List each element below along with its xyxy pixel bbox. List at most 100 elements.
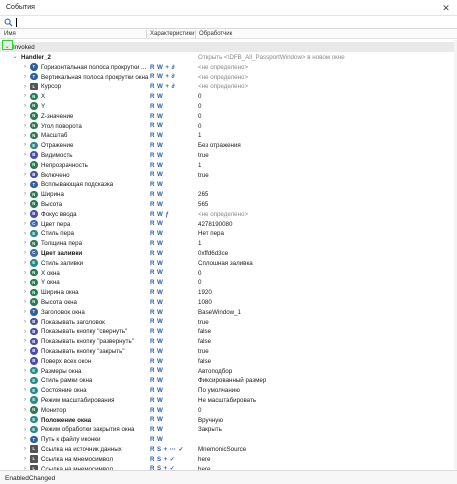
- property-handler-value[interactable]: 1: [198, 132, 201, 139]
- column-characteristics[interactable]: Характеристики: [150, 31, 195, 37]
- chevron-right-icon[interactable]: ›: [22, 113, 28, 119]
- chevron-right-icon[interactable]: ›: [22, 299, 28, 305]
- chevron-right-icon[interactable]: ›: [22, 201, 28, 207]
- property-handler-value[interactable]: Сплошная заливка: [198, 260, 253, 267]
- chevron-right-icon[interactable]: ›: [22, 182, 28, 188]
- chevron-right-icon[interactable]: ›: [22, 270, 28, 276]
- search-input[interactable]: [15, 17, 445, 28]
- tree-row[interactable]: › N Монитор R W 0: [0, 405, 457, 415]
- chevron-right-icon[interactable]: ›: [22, 309, 28, 315]
- property-handler-value[interactable]: MnemonicSource: [198, 446, 246, 453]
- tree-row[interactable]: › C Цвет заливки R W 0xffd6d3ce: [0, 248, 457, 258]
- tree-row[interactable]: › N Толщина пера R W 1: [0, 238, 457, 248]
- property-handler-value[interactable]: here: [198, 456, 210, 463]
- chevron-right-icon[interactable]: ›: [22, 142, 28, 148]
- chevron-right-icon[interactable]: ›: [22, 289, 28, 295]
- property-handler-value[interactable]: 1080: [198, 299, 212, 306]
- column-handler[interactable]: Обработчик: [199, 31, 232, 37]
- property-handler-value[interactable]: false: [198, 328, 211, 335]
- property-handler-value[interactable]: Без отражения: [198, 142, 241, 149]
- property-handler-value[interactable]: 1: [198, 162, 201, 169]
- tree-row[interactable]: › T Вертикальная полоса прокрутки окна R W …: [0, 72, 457, 82]
- tree-row[interactable]: › L Ссылка на мнемосимвол R S + ✓ here: [0, 454, 457, 464]
- chevron-right-icon[interactable]: ›: [22, 152, 28, 158]
- chevron-right-icon[interactable]: ›: [22, 397, 28, 403]
- chevron-right-icon[interactable]: ›: [22, 162, 28, 168]
- column-separator[interactable]: [195, 30, 196, 38]
- property-handler-value[interactable]: 0: [198, 123, 201, 130]
- property-handler-value[interactable]: Автоподбор: [198, 368, 232, 375]
- close-icon[interactable]: ✕: [441, 3, 451, 13]
- tree-row[interactable]: › T Всплывающая подсказка R W: [0, 180, 457, 190]
- property-handler-value[interactable]: true: [198, 319, 209, 326]
- chevron-right-icon[interactable]: ›: [22, 329, 28, 335]
- property-handler-value[interactable]: BaseWindow_1: [198, 309, 241, 316]
- chevron-right-icon[interactable]: ›: [22, 250, 28, 256]
- tree-row[interactable]: › B Включено R W true: [0, 170, 457, 180]
- chevron-right-icon[interactable]: ›: [22, 93, 28, 99]
- tree-row[interactable]: › E Положение окна R W Вручную: [0, 415, 457, 425]
- tree-row[interactable]: › B Поверх всех окон R W false: [0, 356, 457, 366]
- events-tree[interactable]: ⌄ Invoked ⌄ Handler_2 Открыть <\DFB_All_…: [0, 40, 457, 470]
- chevron-right-icon[interactable]: ›: [22, 427, 28, 433]
- chevron-right-icon[interactable]: ›: [22, 456, 28, 462]
- tree-row[interactable]: › E Стиль пера R W Нет пера: [0, 229, 457, 239]
- chevron-right-icon[interactable]: ›: [22, 240, 28, 246]
- tree-row[interactable]: › N Ширина R W 265: [0, 189, 457, 199]
- property-handler-value[interactable]: 0xffd6d3ce: [198, 250, 228, 257]
- tree-row[interactable]: › N X окна R W 0: [0, 268, 457, 278]
- tree-row[interactable]: › C Цвет пера R W 4278190080: [0, 219, 457, 229]
- chevron-right-icon[interactable]: ›: [22, 221, 28, 227]
- tree-row[interactable]: › B Фокус ввода R W ƒ <не определено>: [0, 209, 457, 219]
- property-handler-value[interactable]: 265: [198, 191, 208, 198]
- tree-row[interactable]: › N Y окна R W 0: [0, 278, 457, 288]
- column-name[interactable]: Имя: [4, 31, 16, 37]
- tree-row[interactable]: › B Показывать заголовок R W true: [0, 317, 457, 327]
- property-handler-value[interactable]: true: [198, 348, 209, 355]
- property-handler-value[interactable]: 1: [198, 240, 201, 247]
- chevron-right-icon[interactable]: ›: [22, 103, 28, 109]
- property-handler-value[interactable]: Фиксированный размер: [198, 377, 266, 384]
- property-handler-value[interactable]: По умолчанию: [198, 387, 240, 394]
- tree-row[interactable]: › N Z-значение R W 0: [0, 111, 457, 121]
- tree-row[interactable]: › N Y R W 0: [0, 101, 457, 111]
- property-handler-value[interactable]: true: [198, 152, 209, 159]
- tree-row[interactable]: › B Показывать кнопку "развернуть" R W false: [0, 336, 457, 346]
- tree-row[interactable]: › T Заголовок окна R W BaseWindow_1: [0, 307, 457, 317]
- chevron-right-icon[interactable]: ›: [22, 378, 28, 384]
- property-handler-value[interactable]: <не определено>: [198, 83, 248, 90]
- property-handler-value[interactable]: Не масштабировать: [198, 397, 256, 404]
- tree-row[interactable]: › E Стиль рамки окна R W Фиксированный разме…: [0, 376, 457, 386]
- chevron-down-icon[interactable]: ⌄: [12, 54, 18, 60]
- tree-row[interactable]: › E Стиль заливки R W Сплошная заливка: [0, 258, 457, 268]
- chevron-right-icon[interactable]: ›: [22, 338, 28, 344]
- tree-row[interactable]: › B Показывать кнопку "закрыть" R W true: [0, 346, 457, 356]
- property-handler-value[interactable]: 0: [198, 93, 201, 100]
- chevron-right-icon[interactable]: ›: [22, 407, 28, 413]
- property-handler-value[interactable]: 1920: [198, 289, 212, 296]
- tree-row[interactable]: › E Состояние окна R W По умолчанию: [0, 385, 457, 395]
- chevron-right-icon[interactable]: ›: [22, 191, 28, 197]
- tree-row[interactable]: › N Высота R W 565: [0, 199, 457, 209]
- property-handler-value[interactable]: <не определено>: [198, 64, 248, 71]
- property-handler-value[interactable]: <не определено>: [198, 74, 248, 81]
- property-handler-value[interactable]: false: [198, 338, 211, 345]
- property-handler-value[interactable]: 0: [198, 407, 201, 414]
- tree-row[interactable]: › B Видимость R W true: [0, 150, 457, 160]
- property-handler-value[interactable]: 0: [198, 113, 201, 120]
- property-handler-value[interactable]: Вручную: [198, 417, 223, 424]
- tree-row[interactable]: › T Горизонтальная полоса прокрутки ... R W…: [0, 62, 457, 72]
- tree-row[interactable]: › N Непрозрачность R W 1: [0, 160, 457, 170]
- column-separator[interactable]: [146, 30, 147, 38]
- chevron-right-icon[interactable]: ›: [22, 348, 28, 354]
- chevron-right-icon[interactable]: ›: [22, 387, 28, 393]
- tree-row[interactable]: › E Размеры окна R W Автоподбор: [0, 366, 457, 376]
- tree-row[interactable]: › T Путь к файлу иконки R W: [0, 434, 457, 444]
- chevron-right-icon[interactable]: ›: [22, 84, 28, 90]
- property-handler-value[interactable]: 0: [198, 279, 201, 286]
- chevron-right-icon[interactable]: ›: [22, 417, 28, 423]
- tree-row[interactable]: › L Ссылка на источник данных R S + ⋯ ✓ Mnem…: [0, 444, 457, 454]
- property-handler-value[interactable]: 565: [198, 201, 208, 208]
- property-handler-value[interactable]: 0: [198, 103, 201, 110]
- property-handler-value[interactable]: 0: [198, 270, 201, 277]
